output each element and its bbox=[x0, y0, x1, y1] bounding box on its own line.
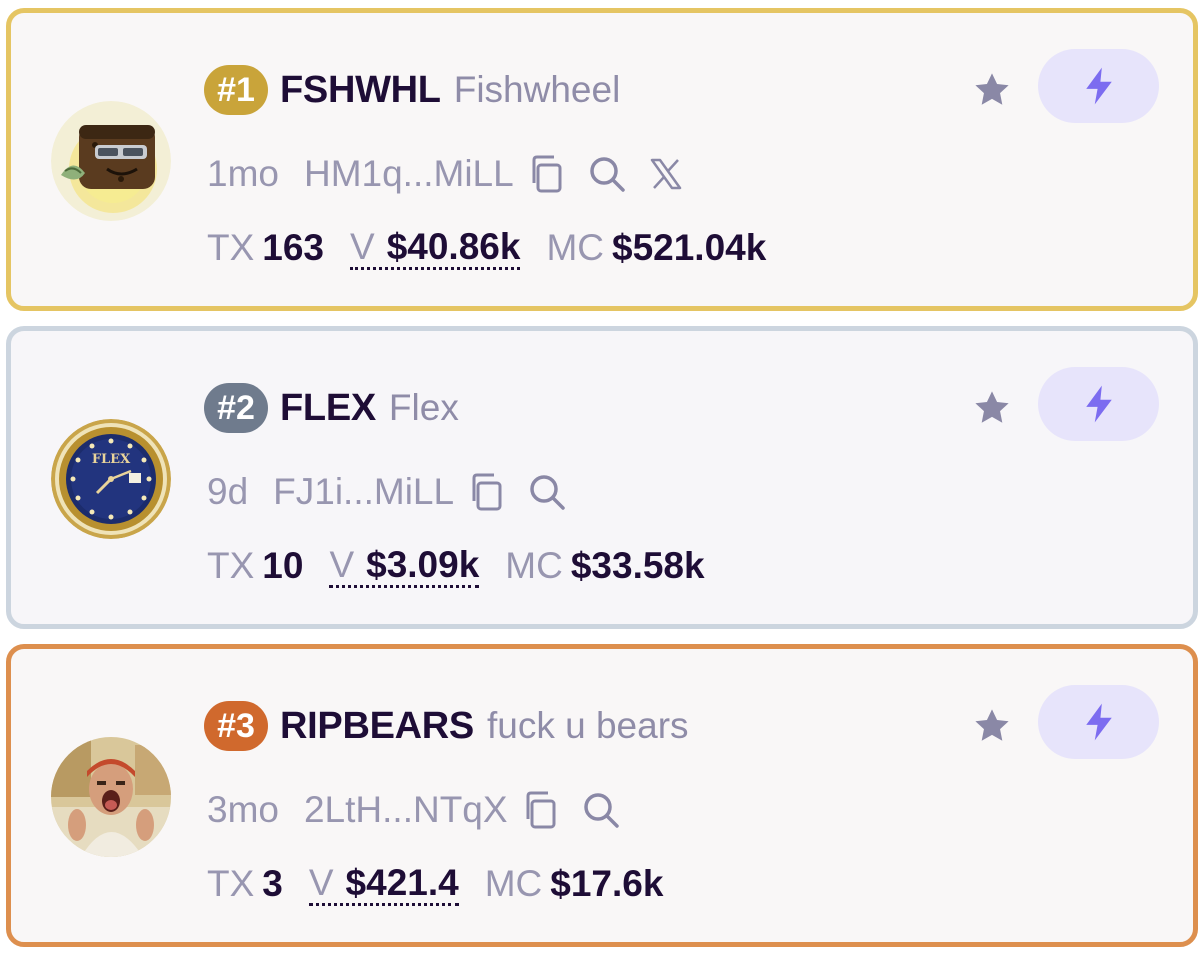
tx-count: 10 bbox=[262, 545, 304, 586]
quick-buy-button[interactable] bbox=[1038, 685, 1159, 759]
contract-address[interactable]: HM1q...MiLL bbox=[304, 153, 514, 195]
tx-label: TX bbox=[207, 863, 255, 904]
x-logo-icon[interactable] bbox=[650, 158, 682, 190]
tx-count: 163 bbox=[262, 227, 325, 268]
token-ticker[interactable]: FLEX bbox=[280, 387, 376, 430]
volume-label: V bbox=[350, 225, 375, 267]
market-cap-value: $33.58k bbox=[570, 545, 705, 586]
rank-badge: #2 bbox=[204, 383, 268, 433]
market-cap-value: $521.04k bbox=[612, 227, 767, 268]
token-avatar[interactable]: FLEX bbox=[51, 419, 171, 539]
rank-badge: #1 bbox=[204, 65, 268, 115]
svg-text:FLEX: FLEX bbox=[92, 452, 131, 467]
market-cap-label: MC bbox=[546, 227, 604, 268]
volume-tooltip-trigger[interactable]: V $40.86k bbox=[350, 225, 521, 270]
flex-watch-avatar: FLEX bbox=[51, 419, 171, 539]
volume-tooltip-trigger[interactable]: V $421.4 bbox=[308, 861, 459, 906]
volume-value: $3.09k bbox=[366, 543, 480, 585]
search-icon[interactable] bbox=[528, 473, 566, 511]
contract-address[interactable]: 2LtH...NTqX bbox=[304, 789, 508, 831]
token-ticker[interactable]: RIPBEARS bbox=[280, 705, 474, 748]
token-avatar[interactable] bbox=[51, 737, 171, 857]
quick-buy-button[interactable] bbox=[1038, 367, 1159, 441]
fishwheel-avatar bbox=[51, 101, 171, 221]
lightning-bolt-icon bbox=[1085, 67, 1112, 105]
search-icon[interactable] bbox=[582, 791, 620, 829]
tx-label: TX bbox=[207, 227, 255, 268]
contract-address[interactable]: FJ1i...MiLL bbox=[273, 471, 454, 513]
token-name: fuck u bears bbox=[486, 705, 689, 746]
token-stats-row: TX 3 V $421.4 MC $17.6k bbox=[207, 857, 689, 911]
token-age: 3mo bbox=[207, 789, 279, 830]
tx-label: TX bbox=[207, 545, 255, 586]
token-title-row: #1 FSHWHL Fishwheel bbox=[204, 60, 620, 120]
token-meta-row: 9d FJ1i...MiLL bbox=[207, 465, 590, 519]
lightning-bolt-icon bbox=[1085, 385, 1112, 423]
volume-label: V bbox=[308, 861, 334, 903]
token-meta-row: 3mo 2LtH...NTqX bbox=[207, 783, 644, 837]
token-age: 9d bbox=[207, 471, 249, 512]
token-list: #1 FSHWHL Fishwheel 1mo HM1q...MiLL TX 1… bbox=[0, 0, 1200, 956]
rank-badge: #3 bbox=[204, 701, 268, 751]
token-avatar[interactable] bbox=[51, 101, 171, 221]
star-icon[interactable] bbox=[971, 69, 1013, 111]
token-meta-row: 1mo HM1q...MiLL bbox=[207, 147, 706, 201]
copy-icon[interactable] bbox=[528, 155, 564, 193]
token-name: Flex bbox=[388, 387, 459, 428]
volume-tooltip-trigger[interactable]: V $3.09k bbox=[329, 543, 480, 588]
token-name: Fishwheel bbox=[453, 69, 621, 110]
market-cap-label: MC bbox=[505, 545, 563, 586]
quick-buy-button[interactable] bbox=[1038, 49, 1159, 123]
token-card[interactable]: #1 FSHWHL Fishwheel 1mo HM1q...MiLL TX 1… bbox=[6, 8, 1198, 311]
token-stats-row: TX 163 V $40.86k MC $521.04k bbox=[207, 221, 792, 275]
token-ticker[interactable]: FSHWHL bbox=[280, 69, 441, 112]
market-cap-label: MC bbox=[484, 863, 543, 904]
token-title-row: #3 RIPBEARS fuck u bears bbox=[204, 696, 689, 756]
token-title-row: #2 FLEX Flex bbox=[204, 378, 459, 438]
market-cap-value: $17.6k bbox=[550, 863, 664, 904]
token-card[interactable]: FLEX #2 FLEX Flex 9d FJ1i...MiLL TX 10 V… bbox=[6, 326, 1198, 629]
volume-value: $40.86k bbox=[386, 225, 521, 267]
copy-icon[interactable] bbox=[522, 791, 558, 829]
token-card[interactable]: #3 RIPBEARS fuck u bears 3mo 2LtH...NTqX bbox=[6, 644, 1198, 947]
lightning-bolt-icon bbox=[1085, 703, 1112, 741]
search-icon[interactable] bbox=[588, 155, 626, 193]
copy-icon[interactable] bbox=[468, 473, 504, 511]
volume-label: V bbox=[329, 543, 355, 585]
token-stats-row: TX 10 V $3.09k MC $33.58k bbox=[207, 539, 731, 593]
token-age: 1mo bbox=[207, 153, 279, 194]
tx-count: 3 bbox=[262, 863, 283, 904]
volume-value: $421.4 bbox=[345, 861, 459, 903]
star-icon[interactable] bbox=[971, 705, 1013, 747]
star-icon[interactable] bbox=[971, 387, 1013, 429]
ripbears-avatar bbox=[51, 737, 171, 857]
